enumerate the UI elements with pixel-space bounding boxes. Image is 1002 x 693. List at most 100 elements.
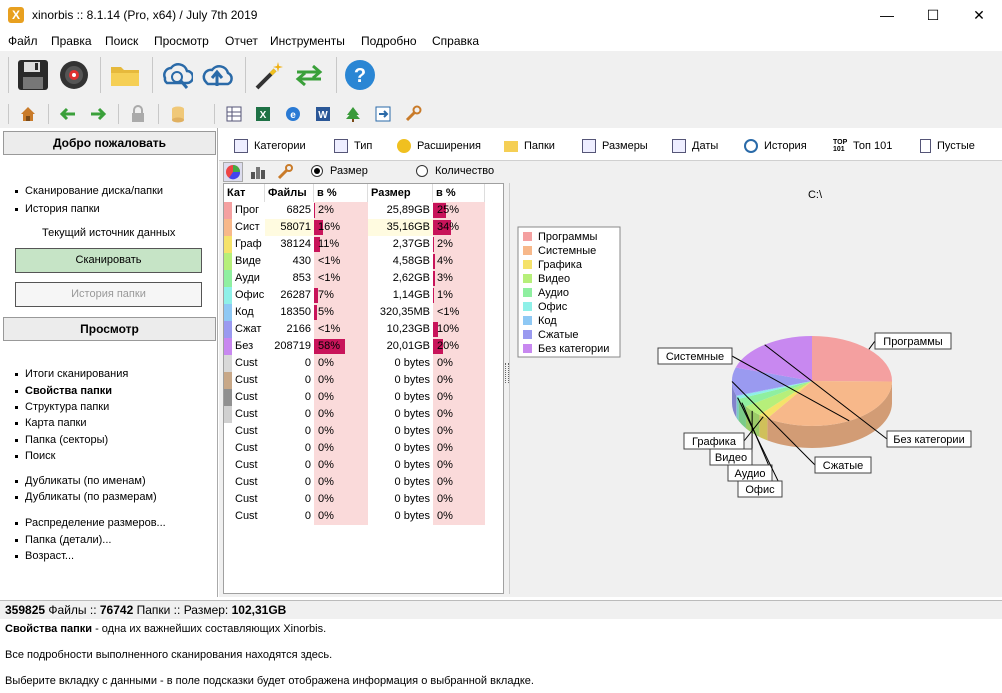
link-duplicates-names[interactable]: Дубликаты (по именам) [15, 475, 146, 487]
menu-tools[interactable]: Инструменты [270, 34, 345, 48]
table-row[interactable]: Cust 0 0% 0 bytes 0% [224, 491, 503, 508]
welcome-header[interactable]: Добро пожаловать [3, 131, 216, 155]
tab-top101[interactable]: TOP 101 Топ 101 [833, 137, 892, 155]
menu-details[interactable]: Подробно [361, 34, 417, 48]
magic-wand-icon[interactable] [250, 57, 286, 93]
link-age[interactable]: Возраст... [15, 550, 74, 562]
database-icon[interactable] [168, 104, 188, 124]
svg-text:?: ? [354, 65, 366, 87]
category-color-swatch [224, 389, 232, 406]
folder-icon[interactable] [107, 57, 143, 93]
options-wrench-icon[interactable] [275, 162, 295, 182]
category-color-swatch [224, 457, 232, 474]
table-row[interactable]: Cust 0 0% 0 bytes 0% [224, 372, 503, 389]
link-folder-properties[interactable]: Свойства папки [15, 385, 112, 397]
menu-view[interactable]: Просмотр [154, 34, 209, 48]
table-row[interactable]: Ауди 853 <1% 2,62GB 3% [224, 270, 503, 287]
link-folder-sectors[interactable]: Папка (секторы) [15, 434, 108, 446]
pie-chart-icon[interactable] [223, 162, 243, 182]
link-size-distribution[interactable]: Распределение размеров... [15, 517, 166, 529]
table-row[interactable]: Прог 6825 2% 25,89GB 25% [224, 202, 503, 219]
cell-size: 0 bytes [368, 423, 433, 440]
bar-chart-icon[interactable] [248, 162, 268, 182]
link-scan-disk[interactable]: Сканирование диска/папки [15, 185, 163, 197]
forward-arrow-icon[interactable] [88, 104, 108, 124]
col-header-category[interactable]: Кат [224, 184, 265, 202]
cell-files-percent: 0% [314, 406, 368, 423]
help-icon[interactable]: ? [342, 57, 378, 93]
tab-dates[interactable]: Даты [672, 137, 718, 155]
tab-categories[interactable]: Категории [234, 137, 306, 155]
menu-file[interactable]: Файл [8, 34, 38, 48]
tab-type[interactable]: Тип [334, 137, 372, 155]
table-row[interactable]: Cust 0 0% 0 bytes 0% [224, 457, 503, 474]
legend-swatch [523, 302, 532, 311]
excel-icon[interactable]: X [253, 104, 273, 124]
table-row[interactable]: Код 18350 5% 320,35MB <1% [224, 304, 503, 321]
table-row[interactable]: Сист 58071 16% 35,16GB 34% [224, 219, 503, 236]
view-header[interactable]: Просмотр [3, 317, 216, 341]
count-radio[interactable]: Количество [416, 165, 494, 177]
category-color-swatch [224, 372, 232, 389]
table-row[interactable]: Cust 0 0% 0 bytes 0% [224, 406, 503, 423]
export-arrow-icon[interactable] [373, 104, 393, 124]
menu-search[interactable]: Поиск [105, 34, 138, 48]
cell-size: 0 bytes [368, 457, 433, 474]
refresh-icon[interactable] [291, 57, 327, 93]
maximize-button[interactable]: ☐ [910, 0, 956, 31]
back-arrow-icon[interactable] [58, 104, 78, 124]
history-button[interactable]: История папки [15, 282, 202, 307]
menu-edit[interactable]: Правка [51, 34, 92, 48]
table-row[interactable]: Cust 0 0% 0 bytes 0% [224, 389, 503, 406]
link-search[interactable]: Поиск [15, 450, 55, 462]
table-row[interactable]: Cust 0 0% 0 bytes 0% [224, 474, 503, 491]
table-row[interactable]: Cust 0 0% 0 bytes 0% [224, 508, 503, 525]
tree-icon[interactable] [343, 104, 363, 124]
close-button[interactable]: ✕ [956, 0, 1002, 31]
link-scan-summary[interactable]: Итоги сканирования [15, 368, 128, 380]
col-header-files-percent[interactable]: в % [314, 184, 368, 202]
table-row[interactable]: Виде 430 <1% 4,58GB 4% [224, 253, 503, 270]
tab-history[interactable]: История [744, 137, 807, 155]
tab-extensions[interactable]: Расширения [397, 137, 481, 155]
table-row[interactable]: Cust 0 0% 0 bytes 0% [224, 423, 503, 440]
home-icon[interactable] [18, 104, 38, 124]
table-row[interactable]: Без 208719 58% 20,01GB 20% [224, 338, 503, 355]
table-row[interactable]: Граф 38124 11% 2,37GB 2% [224, 236, 503, 253]
cell-files: 0 [265, 491, 314, 508]
settings-icon[interactable] [56, 57, 92, 93]
table-export-icon[interactable] [224, 104, 244, 124]
col-header-size-percent[interactable]: в % [433, 184, 485, 202]
word-icon[interactable]: W [313, 104, 333, 124]
legend-swatch [523, 316, 532, 325]
cloud-search-icon[interactable] [158, 57, 194, 93]
col-header-files[interactable]: Файлы [265, 184, 314, 202]
legend-item: Системные [538, 245, 596, 257]
tab-sizes[interactable]: Размеры [582, 137, 648, 155]
minimize-button[interactable]: — [864, 0, 910, 31]
link-folder-history[interactable]: История папки [15, 203, 100, 215]
link-folder-structure[interactable]: Структура папки [15, 401, 109, 413]
browser-icon[interactable]: e [283, 104, 303, 124]
scan-button[interactable]: Сканировать [15, 248, 202, 273]
info-line-3: Выберите вкладку с данными - в поле подс… [5, 675, 534, 687]
save-icon[interactable] [15, 57, 51, 93]
table-row[interactable]: Офис 26287 7% 1,14GB 1% [224, 287, 503, 304]
tab-folders[interactable]: Папки [504, 137, 555, 155]
col-header-size[interactable]: Размер [368, 184, 433, 202]
cloud-upload-icon[interactable] [199, 57, 235, 93]
wrench-icon[interactable] [403, 104, 423, 124]
table-row[interactable]: Сжат 2166 <1% 10,23GB 10% [224, 321, 503, 338]
link-duplicates-sizes[interactable]: Дубликаты (по размерам) [15, 491, 157, 503]
menu-help[interactable]: Справка [432, 34, 479, 48]
link-folder-details[interactable]: Папка (детали)... [15, 534, 111, 546]
table-row[interactable]: Cust 0 0% 0 bytes 0% [224, 440, 503, 457]
menu-report[interactable]: Отчет [225, 34, 258, 48]
cell-size-percent: 20% [433, 338, 485, 355]
size-radio[interactable]: Размер [311, 165, 368, 177]
lock-icon[interactable] [128, 104, 148, 124]
table-row[interactable]: Cust 0 0% 0 bytes 0% [224, 355, 503, 372]
tab-empty[interactable]: Пустые [920, 137, 975, 155]
link-folder-map[interactable]: Карта папки [15, 417, 86, 429]
cell-size-percent: 0% [433, 457, 485, 474]
